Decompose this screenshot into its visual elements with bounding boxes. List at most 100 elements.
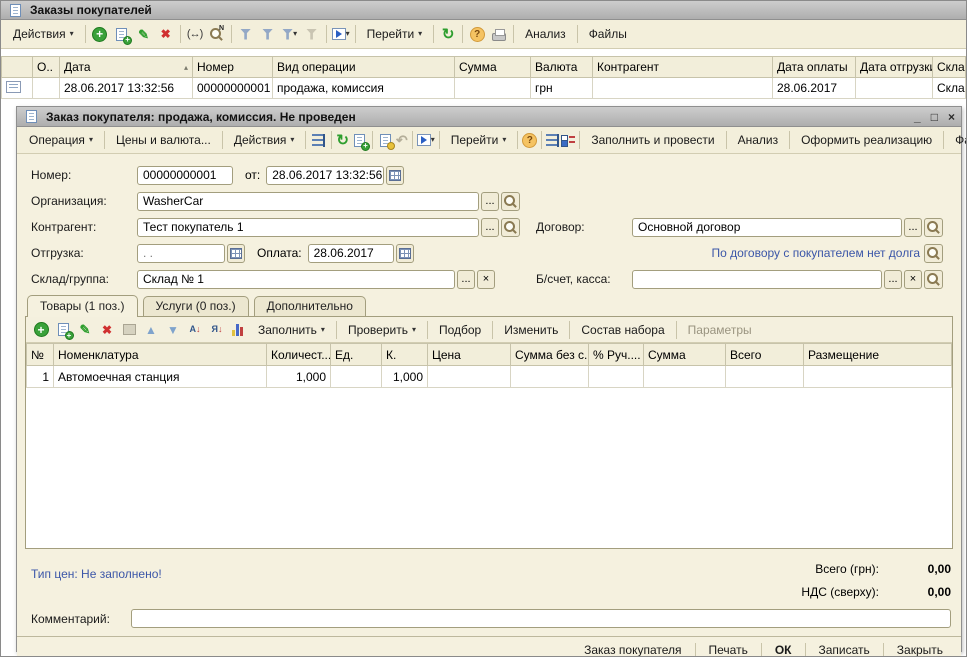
item-placement-cell[interactable] [804,366,952,388]
order-date-cell[interactable]: 28.06.2017 13:32:56 [60,78,193,99]
col-pay-date[interactable]: Дата оплаты [773,57,856,78]
order-number-cell[interactable]: 00000000001 [193,78,273,99]
interval-button[interactable]: (↔) [184,23,206,45]
order-sum-cell[interactable] [455,78,531,99]
item-sum-cell[interactable] [644,366,726,388]
order-status-cell[interactable] [33,78,60,99]
col-total[interactable]: Всего [726,344,804,366]
item-sum-wo-cell[interactable] [511,366,589,388]
row-copy-button[interactable]: + [52,319,74,341]
organization-input[interactable]: WasherCar [137,192,479,211]
copy-document-button[interactable]: + [350,129,369,151]
col-sum-wo[interactable]: Сумма без с... [511,344,589,366]
col-price[interactable]: Цена [428,344,511,366]
item-k-cell[interactable]: 1,000 [382,366,428,388]
output-list-button[interactable]: ▾ [330,23,352,45]
col-warehouse[interactable]: Скла... [933,57,966,78]
col-ship-date[interactable]: Дата отгрузки [856,57,933,78]
contract-input[interactable]: Основной договор [632,218,902,237]
close-button[interactable]: Закрыть [887,640,953,657]
col-num[interactable]: № [27,344,54,366]
print-button[interactable] [488,23,510,45]
close-icon[interactable]: × [948,111,955,123]
add-button[interactable]: + [89,23,111,45]
fill-menu-button[interactable]: Заполнить▾ [250,320,333,340]
item-total-cell[interactable] [726,366,804,388]
price-type-link[interactable]: Тип цен: Не заполнено! [31,567,162,581]
set-content-button[interactable]: Состав набора [573,320,672,340]
warehouse-clear-button[interactable]: × [477,270,495,289]
debt-link[interactable]: По договору с покупателем нет долга [711,246,920,260]
order-menu-button[interactable]: Заказ покупателя [574,640,691,657]
order-currency-cell[interactable]: грн [531,78,593,99]
post-document-button[interactable] [309,129,328,151]
find-button[interactable]: N [206,23,228,45]
item-pct-cell[interactable] [589,366,644,388]
col-item[interactable]: Номенклатура [54,344,267,366]
parameters-button[interactable]: Параметры [680,320,760,340]
row-add-button[interactable]: + [30,319,52,341]
col-sum[interactable]: Сумма [455,57,531,78]
order-ship-date-cell[interactable] [856,78,933,99]
maximize-icon[interactable]: □ [931,111,938,123]
col-status[interactable]: О.. [33,57,60,78]
end-edit-button[interactable] [118,319,140,341]
fill-prices-button[interactable] [376,129,395,151]
files-button[interactable]: Файлы [581,24,635,44]
dialog-go-menu-button[interactable]: Перейти▾ [443,130,515,150]
account-clear-button[interactable]: × [904,270,922,289]
refresh-button[interactable]: ↻ [437,23,459,45]
account-input[interactable] [632,270,882,289]
col-counterparty[interactable]: Контрагент [593,57,773,78]
row-edit-button[interactable]: ✎ [74,319,96,341]
warehouse-select-button[interactable]: ... [457,270,475,289]
chart-button[interactable] [228,319,250,341]
number-input[interactable]: 00000000001 [137,166,233,185]
change-button[interactable]: Изменить [496,320,566,340]
item-price-cell[interactable] [428,366,511,388]
help-button[interactable]: ? [466,23,488,45]
order-operation-cell[interactable]: продажа, комиссия [273,78,455,99]
col-sum2[interactable]: Сумма [644,344,726,366]
edit-button[interactable]: ✎ [133,23,155,45]
go-menu-button[interactable]: Перейти ▾ [359,24,431,44]
copy-button[interactable]: + [111,23,133,45]
payment-calendar-button[interactable] [396,244,414,263]
delete-button[interactable]: ✖ [155,23,177,45]
ok-button[interactable]: ОК [765,640,802,657]
debt-open-button[interactable] [924,244,943,263]
posting-settings-button[interactable] [560,129,576,151]
warehouse-input[interactable]: Склад № 1 [137,270,455,289]
pick-button[interactable]: Подбор [431,320,489,340]
order-row-icon-cell[interactable] [2,78,33,99]
reread-button[interactable]: ↻ [335,129,350,151]
filter-by-value-button[interactable] [257,23,279,45]
filter-button[interactable] [235,23,257,45]
counterparty-input[interactable]: Тест покупатель 1 [137,218,479,237]
dialog-files-button[interactable]: Файлы [947,130,967,150]
col-k[interactable]: К. [382,344,428,366]
order-counterparty-cell[interactable]: Тест покупатель 1 [593,78,773,99]
save-button[interactable]: Записать [809,640,880,657]
comment-input[interactable] [131,609,951,628]
counterparty-open-button[interactable] [501,218,520,237]
move-up-button[interactable]: ▲ [140,319,162,341]
shipment-date-input[interactable]: . . [137,244,225,263]
shipment-calendar-button[interactable] [227,244,245,263]
dialog-analysis-button[interactable]: Анализ [730,130,787,150]
organization-open-button[interactable] [501,192,520,211]
payment-date-input[interactable]: 28.06.2017 [308,244,394,263]
tab-goods[interactable]: Товары (1 поз.) [27,295,138,317]
col-currency[interactable]: Валюта [531,57,593,78]
account-select-button[interactable]: ... [884,270,902,289]
prices-currency-button[interactable]: Цены и валюта... [108,130,219,150]
move-down-button[interactable]: ▼ [162,319,184,341]
dialog-actions-menu-button[interactable]: Действия▾ [226,130,303,150]
print-menu-button[interactable]: Печать [699,640,758,657]
dialog-help-button[interactable]: ? [521,129,538,151]
contract-select-button[interactable]: ... [904,218,922,237]
col-qty[interactable]: Количест... [267,344,331,366]
output-button[interactable]: ▾ [416,129,436,151]
create-sale-button[interactable]: Оформить реализацию [793,130,940,150]
account-open-button[interactable] [924,270,943,289]
